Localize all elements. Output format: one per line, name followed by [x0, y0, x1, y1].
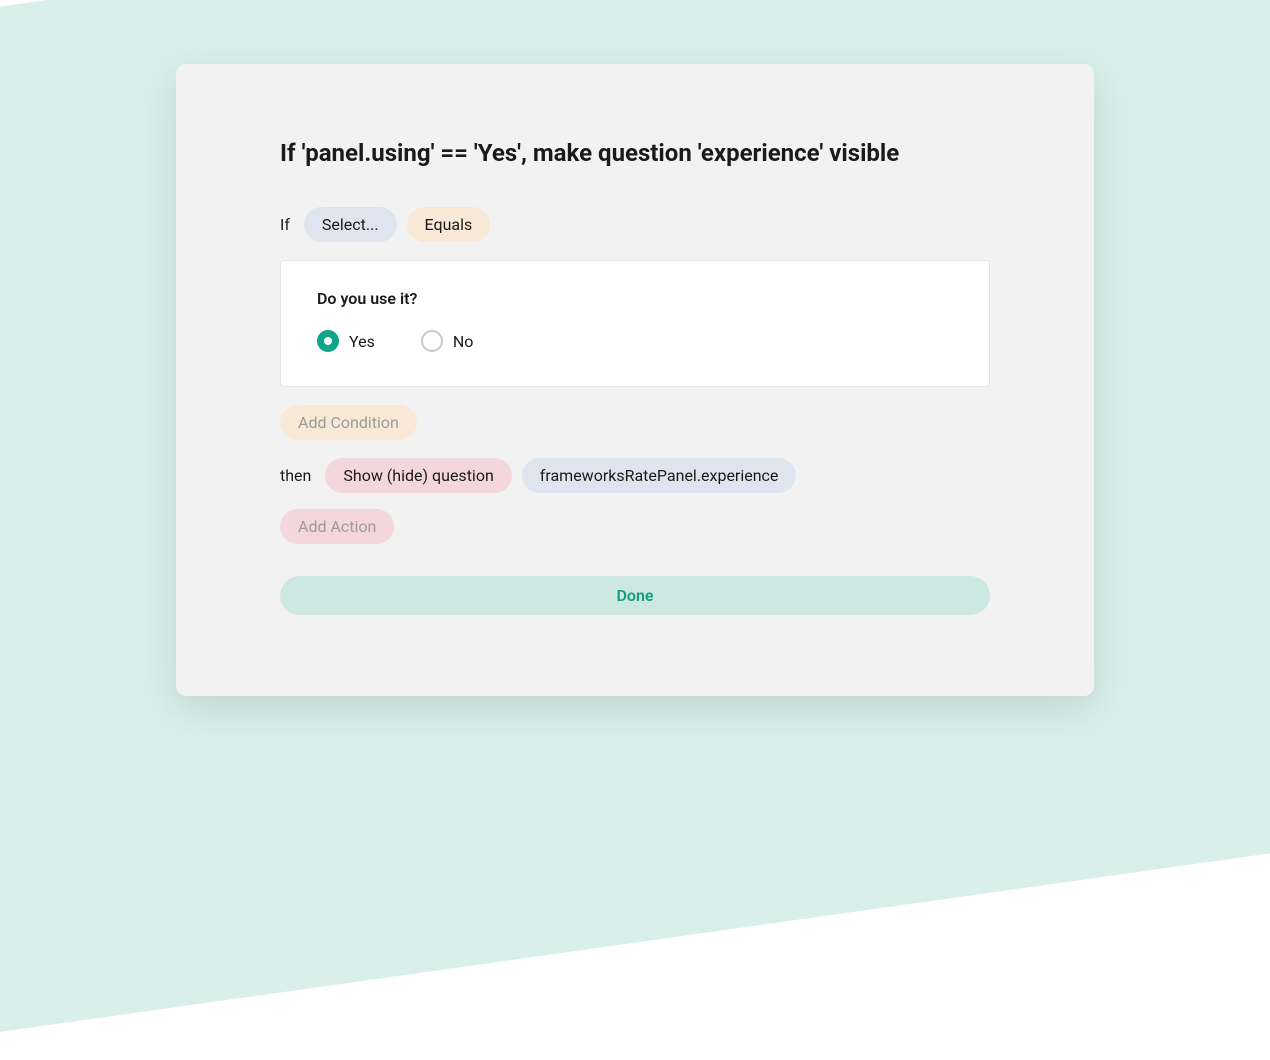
then-label: then — [280, 466, 311, 485]
stage: If 'panel.using' == 'Yes', make question… — [0, 0, 1270, 760]
done-button[interactable]: Done — [280, 576, 990, 615]
radio-label: No — [453, 332, 474, 351]
action-type-pill[interactable]: Show (hide) question — [325, 458, 511, 493]
add-condition-button[interactable]: Add Condition — [280, 405, 417, 440]
question-preview: Do you use it? Yes No — [280, 260, 990, 387]
then-row: then Show (hide) question frameworksRate… — [280, 458, 990, 493]
radio-label: Yes — [349, 332, 375, 351]
radio-icon — [317, 330, 339, 352]
radio-option-no[interactable]: No — [421, 330, 474, 352]
if-row: If Select... Equals — [280, 207, 990, 242]
condition-operator-pill[interactable]: Equals — [407, 207, 491, 242]
preview-radio-group: Yes No — [317, 330, 953, 352]
radio-icon — [421, 330, 443, 352]
if-label: If — [280, 215, 290, 234]
add-action-button[interactable]: Add Action — [280, 509, 394, 544]
radio-option-yes[interactable]: Yes — [317, 330, 375, 352]
trigger-title: If 'panel.using' == 'Yes', make question… — [280, 138, 990, 169]
trigger-editor-card: If 'panel.using' == 'Yes', make question… — [176, 64, 1094, 696]
condition-select-pill[interactable]: Select... — [304, 207, 397, 242]
action-target-pill[interactable]: frameworksRatePanel.experience — [522, 458, 797, 493]
preview-question-text: Do you use it? — [317, 289, 953, 308]
